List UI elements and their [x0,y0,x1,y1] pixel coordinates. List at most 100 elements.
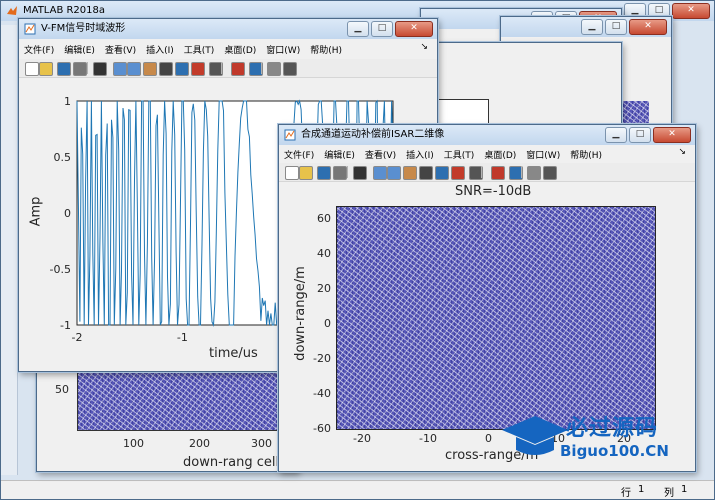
toolbar-separator [347,166,348,178]
hide-tools-icon[interactable] [267,62,281,76]
save-icon[interactable] [57,62,71,76]
fig1-xtick-label: -2 [72,331,83,344]
watermark-text: 必过源码 [566,416,659,441]
status-col-value: 1 [681,484,688,495]
matlab-logo-icon [7,6,17,15]
background-figure-window-3[interactable] [430,42,622,134]
fig1-maximize-button[interactable]: □ [371,21,393,37]
fig1-menubar: 文件(F) 编辑(E) 查看(V) 插入(I) 工具(T) 桌面(D) 窗口(W… [19,41,437,57]
menu-file[interactable]: 文件(F) [279,148,319,161]
fig2-maximize-button[interactable]: □ [629,127,651,143]
status-bar: 行 1 列 1 [1,480,714,499]
zoom-in-icon[interactable] [373,166,387,180]
dock-tools-icon[interactable] [283,62,297,76]
menu-help[interactable]: 帮助(H) [305,43,347,56]
menu-help[interactable]: 帮助(H) [565,148,607,161]
fig2-minimize-button[interactable]: ▁ [605,127,627,143]
colorbar-icon[interactable] [231,62,245,76]
fig1-toolbar [19,59,437,78]
new-file-icon[interactable] [25,62,39,76]
menu-edit[interactable]: 编辑(E) [319,148,360,161]
fig-back-xlabel: down-rang cell [183,455,280,470]
new-file-icon[interactable] [285,166,299,180]
zoom-out-icon[interactable] [127,62,141,76]
status-col-label: 列 [664,488,674,499]
fig1-ylabel: Amp [28,196,44,227]
fig1-ytick-label: 0 [64,207,71,220]
rotate-icon[interactable] [159,62,173,76]
dock-tools-icon[interactable] [543,166,557,180]
menu-tools[interactable]: 工具(T) [439,148,480,161]
fig2-ytick-label: 40 [317,247,331,260]
menu-edit[interactable]: 编辑(E) [59,43,100,56]
fig2-title: 合成通道运动补偿前ISAR二维像 [301,129,445,140]
rotate-icon[interactable] [419,166,433,180]
open-file-icon[interactable] [39,62,53,76]
data-cursor-icon[interactable] [175,62,189,76]
pan-icon[interactable] [403,166,417,180]
bg2-close-button[interactable]: ✕ [629,19,667,35]
left-panel [1,25,18,475]
menu-window[interactable]: 窗口(W) [521,148,565,161]
menu-tools[interactable]: 工具(T) [179,43,220,56]
save-icon[interactable] [317,166,331,180]
fig-back-xtick: 300 [251,437,272,450]
open-file-icon[interactable] [299,166,313,180]
toolbar-separator [521,166,522,178]
fig2-ytick-label: 60 [317,212,331,225]
menu-insert[interactable]: 插入(I) [401,148,439,161]
fig1-titlebar[interactable]: V-FM信号时域波形 ▁ □ ✕ [19,19,437,39]
fig-back-ytick: 50 [55,383,69,396]
fig1-xtick-label: -1 [177,331,188,344]
fig1-title: V-FM信号时域波形 [41,23,126,34]
fig2-ylabel: down-range/m [292,266,308,361]
status-row-value: 1 [638,484,645,495]
fig2-xtick-label: -20 [353,432,371,445]
hide-tools-icon[interactable] [527,166,541,180]
fig2-menubar: 文件(F) 编辑(E) 查看(V) 插入(I) 工具(T) 桌面(D) 窗口(W… [279,146,695,162]
fig2-ytick-label: -20 [313,352,331,365]
zoom-out-icon[interactable] [387,166,401,180]
fig-back-heatmap [77,371,289,431]
brush-icon[interactable] [191,62,205,76]
dock-icon[interactable]: ↘ [415,42,433,52]
fig1-ytick-label: -0.5 [50,263,71,276]
watermark: 必过源码 Biguo100.CN [500,408,700,472]
toolbar-separator [481,166,482,178]
fig2-ytick-label: -40 [313,387,331,400]
fig1-ytick-label: -1 [60,319,71,332]
fig1-minimize-button[interactable]: ▁ [347,21,369,37]
menu-desktop[interactable]: 桌面(D) [219,43,261,56]
zoom-in-icon[interactable] [113,62,127,76]
menu-window[interactable]: 窗口(W) [261,43,305,56]
menu-desktop[interactable]: 桌面(D) [479,148,521,161]
toolbar-separator [87,62,88,74]
menu-view[interactable]: 查看(V) [360,148,401,161]
bg2-minimize-button[interactable]: ▁ [581,19,603,35]
fig2-close-button[interactable]: ✕ [653,127,691,143]
fig-back-xtick: 200 [189,437,210,450]
fig2-xtick-label: 0 [485,432,492,445]
print-icon[interactable] [333,166,347,180]
pointer-icon[interactable] [353,166,367,180]
pan-icon[interactable] [143,62,157,76]
pointer-icon[interactable] [93,62,107,76]
print-icon[interactable] [73,62,87,76]
status-row-label: 行 [621,488,631,499]
fig1-close-button[interactable]: ✕ [395,21,433,37]
bg2-maximize-button[interactable]: □ [605,19,627,35]
fig-back-xtick: 100 [123,437,144,450]
fig1-ytick-label: 1 [64,95,71,108]
fig2-titlebar[interactable]: 合成通道运动补偿前ISAR二维像 ▁ □ ✕ [279,125,695,145]
toolbar-separator [221,62,222,74]
fig2-xtick-label: -10 [419,432,437,445]
main-close-button[interactable]: ✕ [672,3,710,19]
fig2-ytick-label: 20 [317,282,331,295]
dock-icon[interactable]: ↘ [673,147,691,157]
menu-view[interactable]: 查看(V) [100,43,141,56]
brush-icon[interactable] [451,166,465,180]
data-cursor-icon[interactable] [435,166,449,180]
menu-insert[interactable]: 插入(I) [141,43,179,56]
menu-file[interactable]: 文件(F) [19,43,59,56]
colorbar-icon[interactable] [491,166,505,180]
